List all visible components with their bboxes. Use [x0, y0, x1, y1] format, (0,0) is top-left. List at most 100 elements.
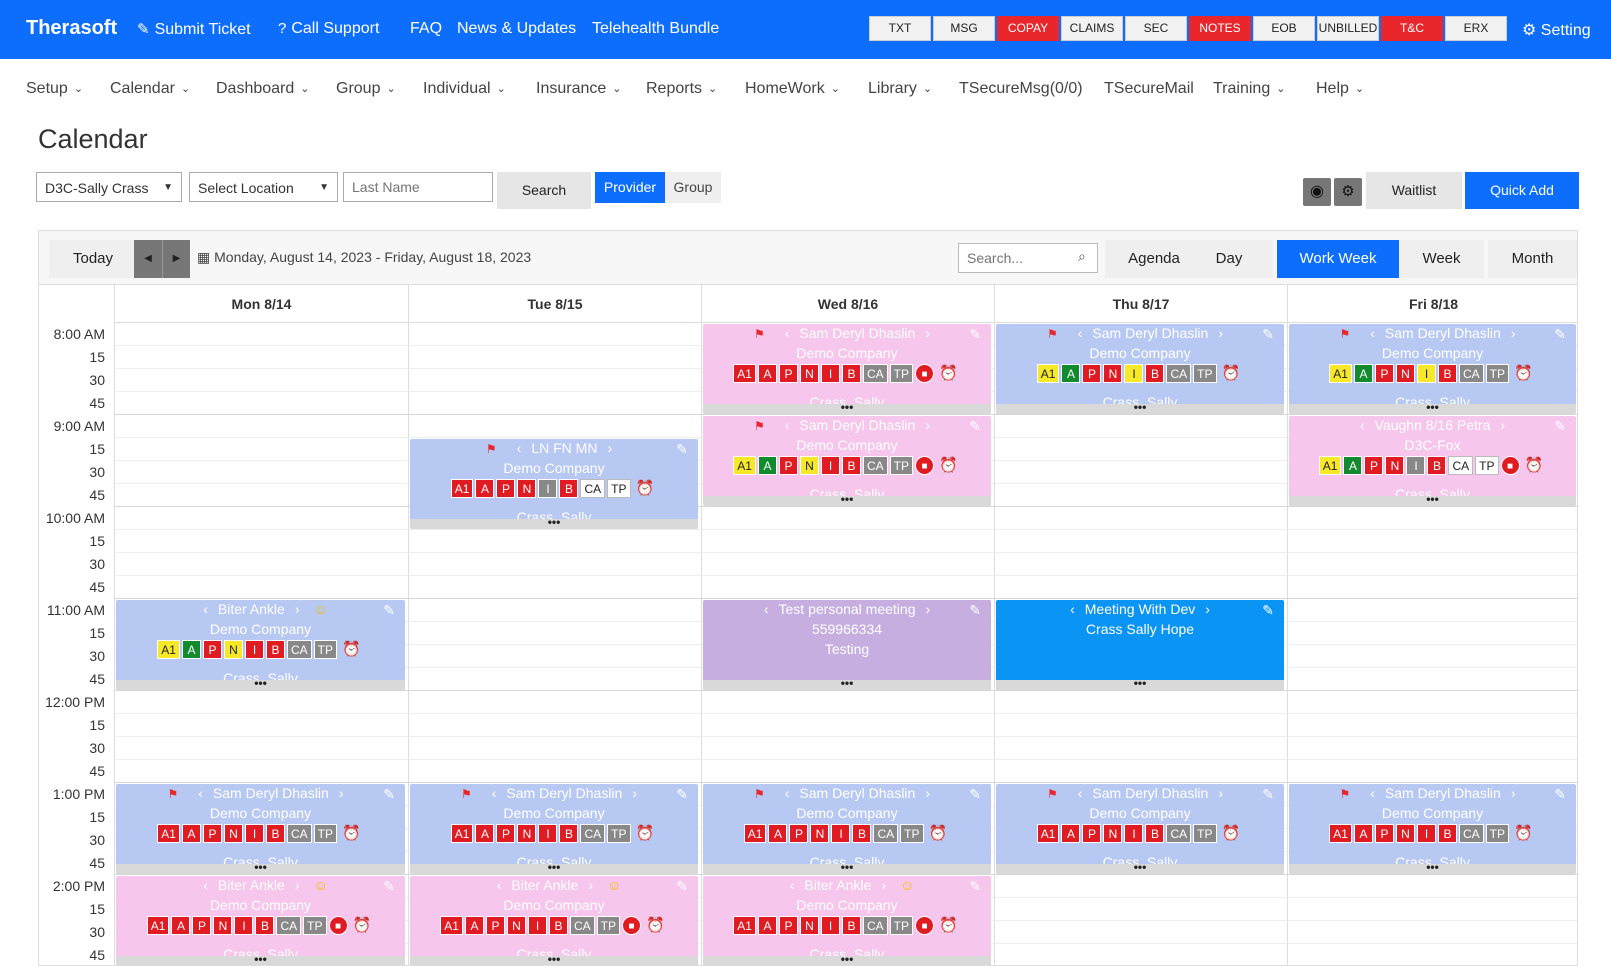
- prev-icon[interactable]: ‹: [203, 877, 208, 893]
- prev-icon[interactable]: ‹: [1078, 785, 1083, 801]
- status-badge[interactable]: CA: [286, 824, 312, 843]
- appointment[interactable]: ✎ ⚑ ‹ Sam Deryl Dhaslin › Demo Company A1 A P N I B…: [703, 324, 991, 414]
- status-badge[interactable]: CA: [873, 824, 899, 843]
- more-icon[interactable]: •••: [996, 401, 1284, 414]
- alarm-clock-icon[interactable]: ⏰: [643, 916, 668, 935]
- prev-icon[interactable]: ‹: [785, 417, 790, 433]
- time-slot[interactable]: [408, 691, 701, 714]
- more-icon[interactable]: •••: [996, 861, 1284, 874]
- status-badge[interactable]: P: [1082, 364, 1102, 383]
- time-slot[interactable]: [114, 392, 408, 415]
- status-badge[interactable]: N: [1103, 364, 1123, 383]
- more-icon[interactable]: •••: [116, 861, 405, 874]
- next-icon[interactable]: ›: [1218, 785, 1223, 801]
- status-badge[interactable]: B: [559, 824, 579, 843]
- status-badge[interactable]: A1: [450, 824, 474, 843]
- status-badge[interactable]: A1: [733, 364, 756, 383]
- time-slot[interactable]: [408, 760, 701, 783]
- status-badge[interactable]: A1: [157, 824, 180, 843]
- time-slot[interactable]: [994, 921, 1287, 944]
- status-badge[interactable]: TP: [1193, 824, 1217, 843]
- status-badge[interactable]: I: [820, 456, 840, 475]
- alarm-clock-icon[interactable]: ⏰: [633, 824, 658, 843]
- status-badge[interactable]: A1: [440, 916, 463, 935]
- time-slot[interactable]: [114, 576, 408, 599]
- next-icon[interactable]: ›: [881, 877, 886, 893]
- status-badge[interactable]: A: [1343, 456, 1363, 475]
- time-slot[interactable]: [994, 898, 1287, 921]
- status-badge[interactable]: A1: [1329, 364, 1352, 383]
- time-slot[interactable]: [701, 760, 994, 783]
- appointment[interactable]: ✎ ⚑ ‹ Sam Deryl Dhaslin › Demo Company A1 A P N I B…: [996, 324, 1284, 414]
- prev-icon[interactable]: ‹: [517, 440, 522, 456]
- alarm-clock-icon[interactable]: ⏰: [1219, 364, 1244, 383]
- toolbar-button-0[interactable]: TXT: [869, 16, 931, 41]
- status-badge[interactable]: A1: [733, 916, 756, 935]
- time-slot[interactable]: [408, 323, 701, 346]
- time-slot[interactable]: [408, 576, 701, 599]
- next-icon[interactable]: ›: [925, 785, 930, 801]
- alarm-clock-icon[interactable]: ⏰: [1511, 364, 1536, 383]
- next-icon[interactable]: ›: [295, 877, 300, 893]
- status-badge[interactable]: CA: [862, 916, 888, 935]
- status-badge[interactable]: P: [202, 824, 222, 843]
- video-camera-icon[interactable]: ■: [328, 916, 348, 935]
- status-badge[interactable]: P: [778, 916, 798, 935]
- status-badge[interactable]: N: [1103, 824, 1123, 843]
- alarm-clock-icon[interactable]: ⏰: [936, 364, 961, 383]
- status-badge[interactable]: A1: [733, 456, 756, 475]
- status-badge[interactable]: TP: [889, 916, 913, 935]
- view-2[interactable]: Work Week: [1277, 240, 1399, 278]
- status-badge[interactable]: TP: [607, 824, 631, 843]
- waitlist-button[interactable]: Waitlist: [1366, 172, 1462, 209]
- video-camera-icon[interactable]: ■: [915, 916, 934, 935]
- next-icon[interactable]: ›: [632, 785, 637, 801]
- menu-item-8[interactable]: Library ⌄: [868, 80, 932, 98]
- status-badge[interactable]: B: [548, 916, 568, 935]
- time-slot[interactable]: [701, 714, 994, 737]
- time-slot[interactable]: [1287, 737, 1577, 760]
- time-slot[interactable]: [114, 484, 408, 507]
- status-badge[interactable]: B: [559, 479, 579, 498]
- status-badge[interactable]: TP: [900, 824, 924, 843]
- status-badge[interactable]: N: [517, 479, 537, 498]
- time-slot[interactable]: [114, 461, 408, 484]
- setting-link[interactable]: ⚙ Setting: [1522, 20, 1591, 40]
- status-badge[interactable]: I: [831, 824, 851, 843]
- time-slot[interactable]: [408, 415, 701, 438]
- eye-icon[interactable]: ◉: [1303, 178, 1331, 206]
- status-badge[interactable]: TP: [607, 479, 631, 498]
- status-badge[interactable]: I: [244, 640, 264, 659]
- prev-arrow-icon[interactable]: ◀: [134, 240, 162, 278]
- status-badge[interactable]: TP: [303, 916, 327, 935]
- time-slot[interactable]: [1287, 507, 1577, 530]
- calendar-search-input[interactable]: [958, 243, 1098, 273]
- time-slot[interactable]: [114, 714, 408, 737]
- time-slot[interactable]: [114, 415, 408, 438]
- video-camera-icon[interactable]: ■: [1500, 456, 1520, 475]
- status-badge[interactable]: I: [234, 916, 254, 935]
- next-arrow-icon[interactable]: ▶: [162, 240, 190, 278]
- status-badge[interactable]: CA: [580, 824, 606, 843]
- time-slot[interactable]: [994, 415, 1287, 438]
- time-slot[interactable]: [1287, 875, 1577, 898]
- status-badge[interactable]: N: [213, 916, 233, 935]
- status-badge[interactable]: CA: [1166, 824, 1192, 843]
- time-slot[interactable]: [994, 875, 1287, 898]
- status-badge[interactable]: P: [1082, 824, 1102, 843]
- status-badge[interactable]: I: [1124, 824, 1144, 843]
- menu-item-2[interactable]: Dashboard ⌄: [216, 80, 310, 98]
- appointment[interactable]: ✎ ⚑ ‹ Sam Deryl Dhaslin › Demo Company A1 A P N I B…: [703, 416, 991, 506]
- time-slot[interactable]: [701, 737, 994, 760]
- status-badge[interactable]: CA: [1458, 364, 1484, 383]
- toolbar-button-5[interactable]: NOTES: [1189, 16, 1251, 41]
- more-icon[interactable]: •••: [1289, 861, 1576, 874]
- toolbar-button-6[interactable]: EOB: [1253, 16, 1315, 41]
- status-badge[interactable]: A1: [743, 824, 767, 843]
- status-badge[interactable]: P: [485, 916, 505, 935]
- status-badge[interactable]: CA: [1166, 364, 1192, 383]
- time-slot[interactable]: [114, 346, 408, 369]
- status-badge[interactable]: P: [778, 364, 798, 383]
- status-badge[interactable]: A: [757, 364, 777, 383]
- toolbar-button-4[interactable]: SEC: [1125, 16, 1187, 41]
